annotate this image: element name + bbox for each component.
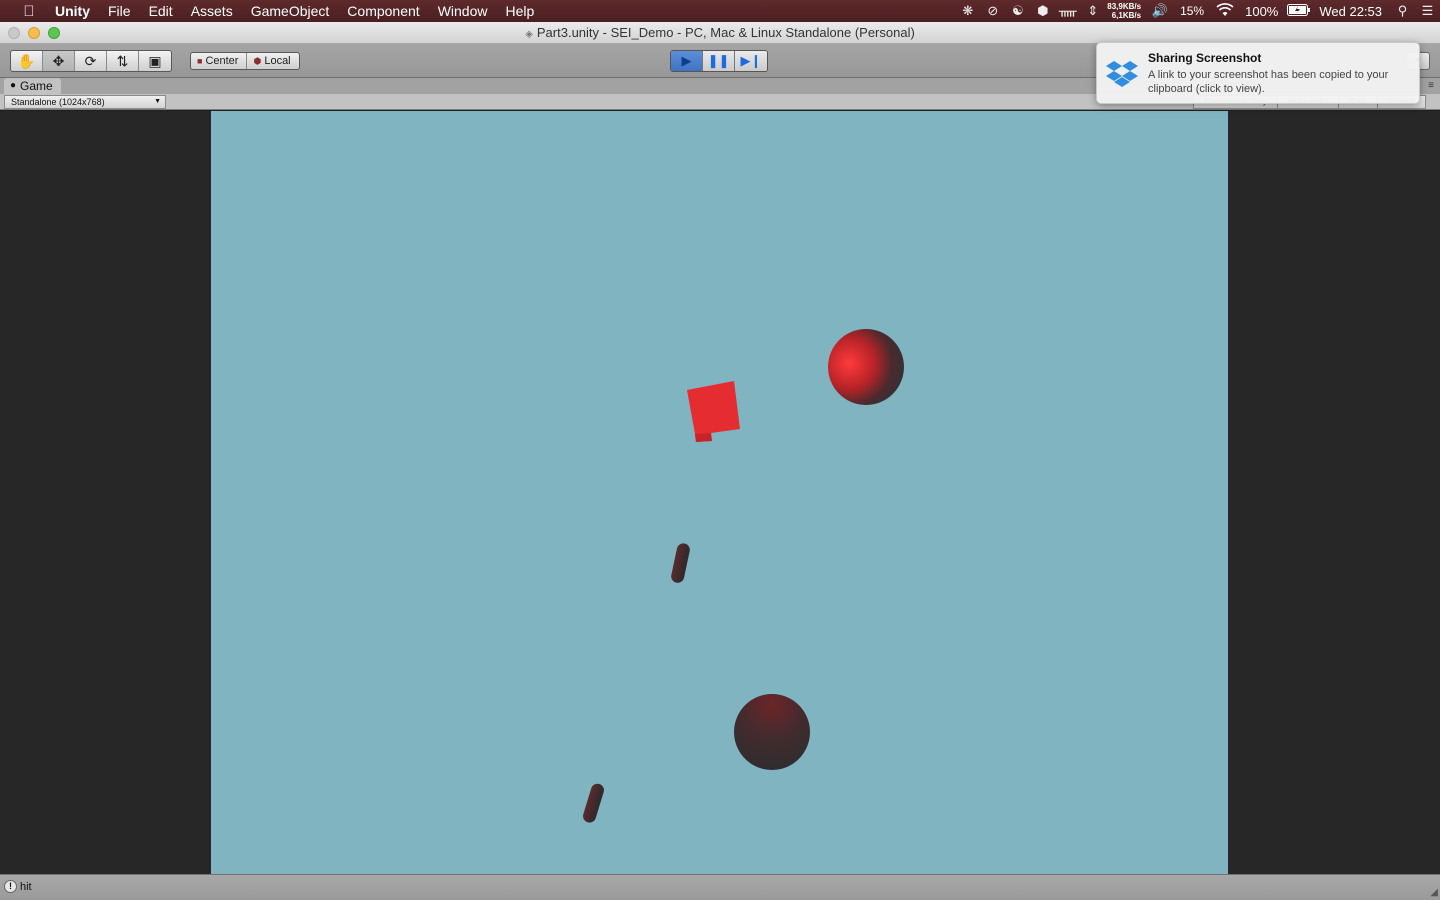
battery-icon[interactable] — [1286, 3, 1311, 19]
notification-title: Sharing Screenshot — [1148, 51, 1262, 65]
capsule-lower — [583, 783, 604, 823]
menu-window[interactable]: Window — [429, 0, 497, 22]
menu-component[interactable]: Component — [338, 0, 428, 22]
pivot-local-button[interactable]: ⬢ Local — [247, 53, 298, 69]
notification-body: A link to your screenshot has been copie… — [1148, 69, 1389, 95]
pivot-center-label: Center — [205, 55, 239, 67]
bluetooth-icon[interactable]: ᚅ — [1055, 3, 1080, 19]
dropbox-icon — [1106, 61, 1138, 87]
menu-help[interactable]: Help — [496, 0, 543, 22]
menu-assets[interactable]: Assets — [182, 0, 242, 22]
window-title-text: Part3.unity - SEI_Demo - PC, Mac & Linux… — [536, 25, 915, 40]
status-message: hit — [20, 881, 32, 893]
window-title-bar: ◈ Part3.unity - SEI_Demo - PC, Mac & Linu… — [0, 22, 1440, 44]
dark-sphere — [734, 694, 810, 770]
unity-document-icon: ◈ — [525, 29, 533, 40]
move-icon: ✥ — [52, 52, 65, 69]
resolution-value: Standalone (1024x768) — [11, 97, 105, 107]
pause-button[interactable]: ❚❚ — [703, 51, 735, 71]
red-sphere — [828, 329, 904, 405]
rect-tool-button[interactable]: ▣ — [139, 51, 171, 71]
network-monitor-icon[interactable]: ⇕ — [1080, 3, 1105, 19]
menu-gameobject[interactable]: GameObject — [242, 0, 339, 22]
tab-game[interactable]: ● Game — [4, 78, 61, 94]
dropbox-tray-icon[interactable]: ❋ — [955, 3, 980, 19]
do-not-disturb-icon[interactable]: ⊘ — [980, 3, 1005, 19]
wifi-icon[interactable] — [1212, 2, 1237, 20]
game-scene — [583, 329, 904, 823]
tab-game-label: Game — [20, 79, 53, 93]
tab-menu-icon[interactable]: ≡ — [1428, 80, 1434, 91]
step-button[interactable]: ▶❙ — [735, 51, 767, 71]
vpn-shield-icon[interactable]: ☯ — [1005, 3, 1030, 19]
pivot-local-icon: ⬢ — [253, 56, 262, 66]
net-down-speed: 6,1KB/s — [1111, 11, 1142, 20]
rotate-icon: ⟳ — [84, 52, 97, 69]
clock[interactable]: Wed 22:53 — [1311, 4, 1390, 19]
pause-icon: ❚❚ — [707, 53, 730, 68]
battery-percent[interactable]: 100% — [1237, 4, 1286, 19]
scale-tool-button[interactable]: ⇅ — [107, 51, 139, 71]
play-button[interactable]: ▶ — [671, 51, 703, 71]
net-up-speed: 83,9KB/s — [1107, 2, 1142, 11]
pivot-center-button[interactable]: ■ Center — [191, 53, 248, 69]
chevron-down-icon: ▼ — [154, 98, 161, 105]
menu-extras: ❋ ⊘ ☯ ⬢ ᚅ ⇕ 83,9KB/s 6,1KB/s 🔊 15% 100% … — [955, 0, 1440, 22]
transform-tools: ✋ ✥ ⟳ ⇅ ▣ — [10, 50, 172, 72]
screenshot-notification[interactable]: Sharing Screenshot A link to your screen… — [1096, 42, 1420, 104]
resize-grip-icon[interactable]: ◢ — [1430, 887, 1438, 898]
menu-bar:  Unity File Edit Assets GameObject Comp… — [0, 0, 1440, 22]
cube-tray-icon[interactable]: ⬢ — [1030, 3, 1055, 19]
play-icon: ▶ — [681, 53, 692, 68]
menu-file[interactable]: File — [99, 0, 140, 22]
move-tool-button[interactable]: ✥ — [43, 51, 75, 71]
step-icon: ▶❙ — [740, 53, 762, 68]
game-controller-icon: ● — [10, 80, 17, 91]
capsule-upper — [671, 543, 690, 583]
hand-tool-button[interactable]: ✋ — [11, 51, 43, 71]
spotlight-search-icon[interactable]: ⚲ — [1390, 3, 1415, 19]
game-canvas[interactable] — [211, 111, 1228, 874]
resolution-dropdown[interactable]: Standalone (1024x768) ▼ — [4, 95, 166, 109]
scale-icon: ⇅ — [116, 52, 129, 69]
notification-center-icon[interactable]: ☰ — [1415, 3, 1440, 19]
menu-edit[interactable]: Edit — [140, 0, 182, 22]
menu-app-unity[interactable]: Unity — [46, 0, 99, 22]
pivot-local-label: Local — [264, 55, 291, 67]
pivot-center-icon: ■ — [197, 56, 203, 66]
rotate-tool-button[interactable]: ⟳ — [75, 51, 107, 71]
red-cube — [687, 381, 740, 442]
cpu-usage[interactable]: 15% — [1172, 4, 1212, 18]
playback-controls: ▶ ❚❚ ▶❙ — [670, 50, 768, 72]
pivot-controls: ■ Center ⬢ Local — [190, 52, 300, 70]
info-icon: ! — [4, 880, 17, 893]
network-speed[interactable]: 83,9KB/s 6,1KB/s — [1107, 2, 1141, 20]
volume-icon[interactable]: 🔊 — [1147, 3, 1172, 19]
console-status-bar[interactable]: ! hit ◢ — [0, 874, 1440, 900]
apple-icon[interactable]:  — [18, 3, 40, 20]
rect-icon: ▣ — [148, 52, 162, 69]
hand-icon: ✋ — [17, 52, 36, 69]
